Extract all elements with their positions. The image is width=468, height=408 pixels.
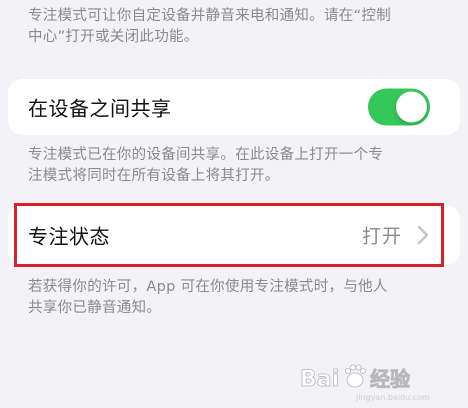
focus-status-description-line-2: 共享你已静音通知。 [28, 300, 162, 316]
share-across-devices-row[interactable]: 在设备之间共享 [8, 79, 460, 135]
svg-text:经验: 经验 [370, 367, 410, 391]
baidu-jingyan-watermark-logo: Bai 经验 jingyan.baidu.com [300, 364, 430, 402]
share-description-line-1: 专注模式已在你的设备间共享。在此设备上打开一个专 [28, 147, 384, 163]
share-description: 专注模式已在你的设备间共享。在此设备上打开一个专 注模式将同时在所有设备上将其打… [28, 145, 438, 187]
svg-text:Bai: Bai [300, 367, 339, 392]
svg-text:jingyan.baidu.com: jingyan.baidu.com [355, 393, 430, 402]
focus-description-line-1: 专注模式可让你自定设备并静音来电和通知。请在“控制 [28, 8, 392, 24]
focus-status-row[interactable]: 专注状态 打开 [8, 205, 460, 265]
focus-status-value: 打开 [361, 225, 402, 248]
chevron-right-icon [417, 225, 429, 245]
share-across-devices-label: 在设备之间共享 [28, 96, 172, 121]
focus-description-line-2: 中心”打开或关闭此功能。 [28, 29, 199, 45]
focus-description: 专注模式可让你自定设备并静音来电和通知。请在“控制 中心”打开或关闭此功能。 [28, 6, 438, 48]
focus-status-label: 专注状态 [28, 224, 110, 249]
focus-status-description: 若获得你的许可，App 可在你使用专注模式时，与他人 共享你已静音通知。 [28, 277, 438, 319]
share-across-devices-toggle[interactable] [368, 88, 430, 126]
share-description-line-2: 注模式将同时在所有设备上将其打开。 [28, 168, 280, 184]
toggle-knob [396, 91, 427, 123]
focus-status-description-line-1: 若获得你的许可，App 可在你使用专注模式时，与他人 [28, 279, 388, 295]
